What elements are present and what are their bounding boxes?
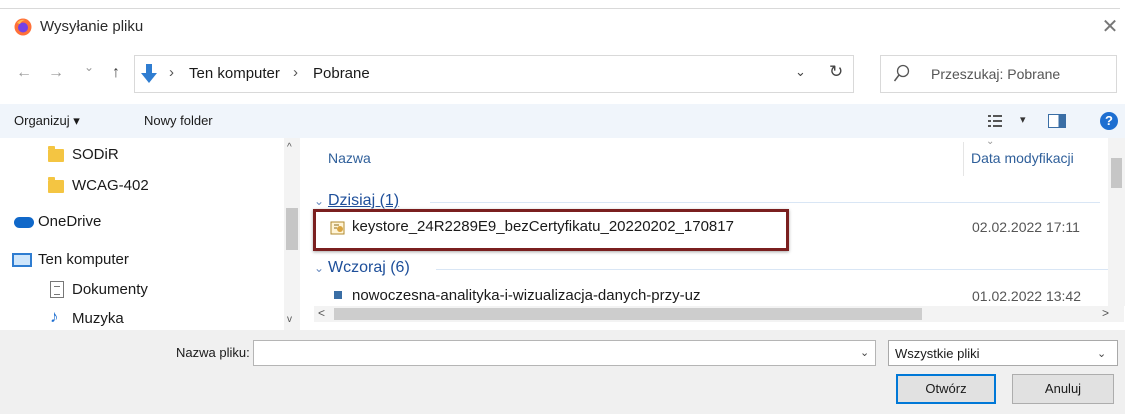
- file-type-select[interactable]: Wszystkie pliki ⌄: [888, 340, 1118, 366]
- cancel-button[interactable]: Anuluj: [1012, 374, 1114, 404]
- nav-item-label: Muzyka: [72, 310, 124, 327]
- column-header-name[interactable]: Nazwa: [328, 150, 371, 166]
- breadcrumb-separator: ›: [293, 64, 298, 81]
- close-button[interactable]: ✕: [1098, 15, 1122, 39]
- top-divider: [0, 8, 1120, 9]
- computer-icon: [12, 253, 32, 267]
- group-divider: [436, 269, 1108, 270]
- download-arrow-icon: [141, 64, 157, 83]
- breadcrumb-separator: ›: [169, 64, 174, 81]
- view-options-icon[interactable]: [988, 114, 1002, 128]
- group-chevron-icon[interactable]: ⌄: [314, 261, 324, 275]
- nav-item-label: WCAG-402: [72, 177, 149, 194]
- nav-item-dokumenty[interactable]: Dokumenty: [30, 278, 280, 302]
- nav-item-label: SODiR: [72, 146, 119, 163]
- folder-icon: [48, 146, 64, 162]
- address-bar[interactable]: › Ten komputer › Pobrane ⌄ ↻: [134, 55, 854, 93]
- filename-dropdown-button[interactable]: ⌄: [860, 346, 869, 359]
- scroll-right-arrow[interactable]: >: [1102, 306, 1109, 320]
- search-placeholder: Przeszukaj: Pobrane: [931, 66, 1061, 82]
- preview-pane-icon[interactable]: [1048, 114, 1066, 128]
- scrollbar-thumb[interactable]: [286, 208, 298, 250]
- refresh-button[interactable]: ↻: [829, 62, 843, 82]
- file-icon: [334, 291, 342, 299]
- search-icon: [893, 64, 910, 82]
- help-icon[interactable]: ?: [1100, 112, 1118, 130]
- group-header-today[interactable]: Dzisiaj (1): [328, 192, 399, 210]
- file-date: 02.02.2022 17:11: [972, 219, 1080, 235]
- address-dropdown-button[interactable]: ⌄: [795, 64, 806, 80]
- dialog-footer: Nazwa pliku: ⌄ Wszystkie pliki ⌄ Otwórz …: [0, 330, 1125, 414]
- nav-item-label: Dokumenty: [72, 281, 148, 298]
- file-list-horizontal-scrollbar[interactable]: < >: [314, 306, 1124, 322]
- music-icon: ♪: [50, 307, 59, 326]
- navigation-pane: SODiR WCAG-402 OneDrive Ten komputer Dok…: [0, 138, 300, 330]
- column-divider[interactable]: [963, 142, 964, 176]
- file-type-selected: Wszystkie pliki: [895, 346, 980, 361]
- command-toolbar: Organizuj ▾ Nowy folder ▾ ?: [0, 104, 1125, 138]
- nav-item-ten-komputer[interactable]: Ten komputer: [0, 248, 280, 272]
- scrollbar-thumb[interactable]: [334, 308, 922, 320]
- scroll-up-arrow[interactable]: ^: [287, 142, 292, 153]
- highlight-annotation: [313, 209, 789, 251]
- file-list-vertical-scrollbar[interactable]: [1108, 138, 1125, 306]
- column-header-date[interactable]: Data modyfikacji: [971, 150, 1074, 166]
- file-name: nowoczesna-analityka-i-wizualizacja-dany…: [352, 287, 701, 304]
- file-date: 01.02.2022 13:42: [972, 288, 1081, 304]
- filename-label: Nazwa pliku:: [176, 345, 250, 360]
- open-button[interactable]: Otwórz: [896, 374, 996, 404]
- nav-item-onedrive[interactable]: OneDrive: [0, 210, 280, 234]
- chevron-down-icon: ⌄: [1097, 348, 1107, 360]
- file-row[interactable]: nowoczesna-analityka-i-wizualizacja-dany…: [314, 286, 1109, 306]
- nav-item-wcag-402[interactable]: WCAG-402: [30, 174, 280, 198]
- group-chevron-icon[interactable]: ⌄: [314, 194, 324, 208]
- recent-locations-button[interactable]: ⌄: [84, 60, 94, 74]
- nav-item-muzyka[interactable]: ♪ Muzyka: [30, 306, 280, 330]
- documents-icon: [50, 281, 64, 298]
- scrollbar-thumb[interactable]: [1111, 158, 1122, 188]
- nav-item-label: Ten komputer: [38, 251, 129, 268]
- breadcrumb-ten-komputer[interactable]: Ten komputer: [189, 65, 280, 82]
- scroll-down-arrow[interactable]: v: [287, 314, 292, 325]
- breadcrumb-pobrane[interactable]: Pobrane: [313, 65, 370, 82]
- back-button[interactable]: ←: [16, 64, 32, 82]
- nav-item-label: OneDrive: [38, 213, 102, 230]
- search-box[interactable]: Przeszukaj: Pobrane: [880, 55, 1117, 93]
- window-title: Wysyłanie pliku: [40, 18, 144, 35]
- cloud-icon: [14, 217, 34, 228]
- filename-input[interactable]: [253, 340, 876, 366]
- view-dropdown-button[interactable]: ▾: [1020, 113, 1026, 126]
- firefox-icon: [14, 18, 32, 36]
- sort-indicator-icon: ⌄: [986, 138, 995, 147]
- up-button[interactable]: ↑: [112, 64, 120, 82]
- scroll-left-arrow[interactable]: <: [318, 306, 325, 320]
- group-header-yesterday[interactable]: Wczoraj (6): [328, 259, 410, 277]
- group-divider: [430, 202, 1100, 203]
- new-folder-button[interactable]: Nowy folder: [144, 113, 213, 128]
- navigation-scrollbar[interactable]: ^ v: [284, 138, 300, 330]
- title-bar: Wysyłanie pliku ✕: [0, 12, 1125, 42]
- folder-icon: [48, 177, 64, 193]
- forward-button[interactable]: →: [48, 64, 64, 82]
- organize-menu[interactable]: Organizuj ▾: [14, 113, 80, 129]
- file-upload-dialog: Wysyłanie pliku ✕ ← → ⌄ ↑ › Ten komputer…: [0, 0, 1125, 414]
- nav-item-sodir[interactable]: SODiR: [30, 144, 280, 168]
